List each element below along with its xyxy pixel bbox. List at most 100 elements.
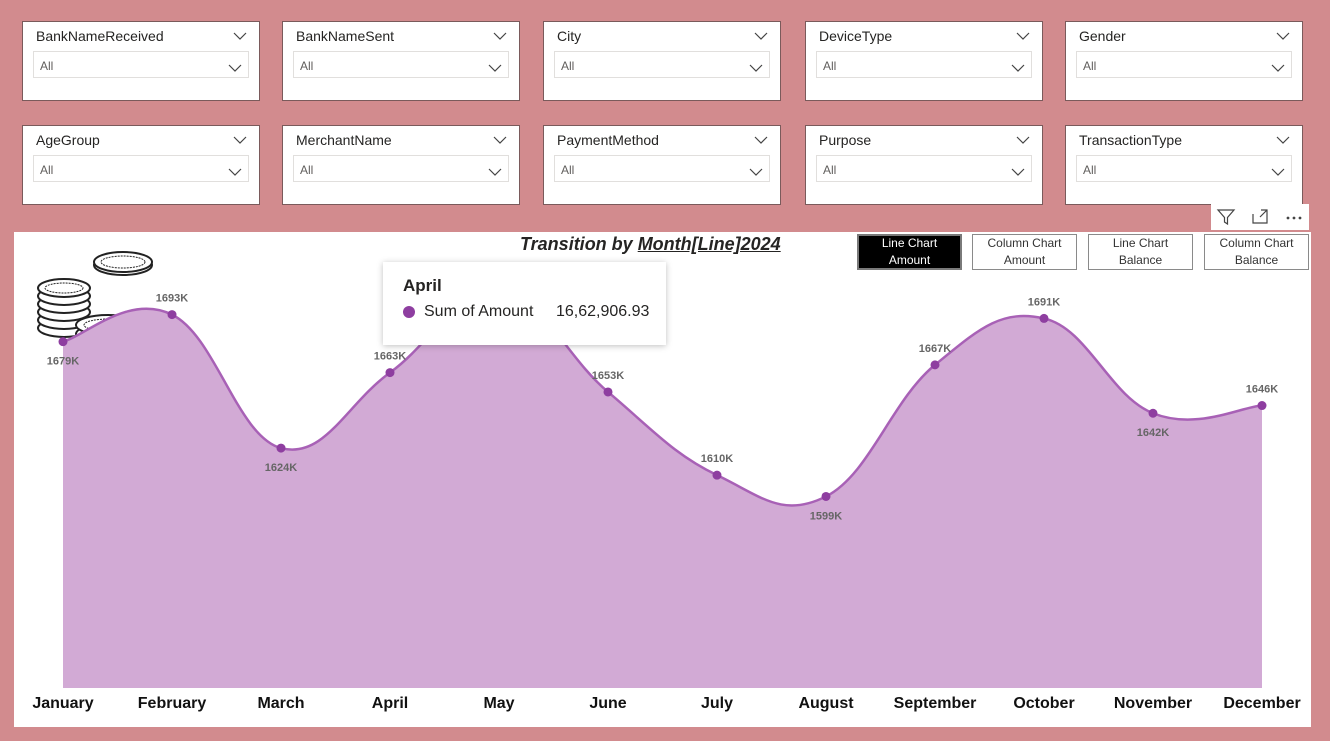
chevron-down-icon[interactable] <box>228 164 242 176</box>
chart-title: Transition by Month[Line]2024 <box>520 234 781 255</box>
chevron-down-icon[interactable] <box>1276 28 1290 40</box>
data-label: 1653K <box>592 370 624 382</box>
filter-icon[interactable] <box>1213 204 1239 230</box>
data-point-april[interactable] <box>385 368 395 378</box>
x-axis-tick-label: March <box>257 695 304 712</box>
slicer-devicetype[interactable]: DeviceType All <box>805 21 1043 101</box>
chevron-down-icon[interactable] <box>228 60 242 72</box>
data-point-october[interactable] <box>1039 313 1049 323</box>
tooltip-series-marker <box>403 306 415 318</box>
slicer-dropdown[interactable]: All <box>293 155 509 182</box>
slicer-dropdown[interactable]: All <box>554 51 770 78</box>
toggle-label: Line Chart Amount <box>881 236 938 267</box>
data-point-january[interactable] <box>58 337 68 347</box>
chevron-down-icon[interactable] <box>233 132 247 144</box>
slicer-title: BankNameReceived <box>36 28 164 44</box>
chevron-down-icon[interactable] <box>233 28 247 40</box>
slicer-value: All <box>1083 59 1097 73</box>
chevron-down-icon[interactable] <box>493 28 507 40</box>
slicer-dropdown[interactable]: All <box>816 51 1032 78</box>
slicer-value: All <box>40 59 54 73</box>
chevron-down-icon[interactable] <box>749 164 763 176</box>
slicer-dropdown[interactable]: All <box>554 155 770 182</box>
chevron-down-icon[interactable] <box>754 132 768 144</box>
data-label: 1693K <box>156 293 188 305</box>
more-options-icon[interactable] <box>1281 204 1307 230</box>
slicer-title: DeviceType <box>819 28 893 44</box>
line-chart-amount-button[interactable]: Line Chart Amount <box>857 234 962 270</box>
slicer-dropdown[interactable]: All <box>33 155 249 182</box>
data-point-november[interactable] <box>1148 408 1158 418</box>
x-axis-tick-label: September <box>894 695 977 712</box>
data-label: 1610K <box>701 453 733 465</box>
slicer-title: TransactionType <box>1079 132 1182 148</box>
data-label: 1667K <box>919 343 951 355</box>
column-chart-balance-button[interactable]: Column Chart Balance <box>1204 234 1309 270</box>
slicer-title: City <box>557 28 582 44</box>
chevron-down-icon[interactable] <box>754 28 768 40</box>
data-label: 1624K <box>265 462 297 474</box>
x-axis-tick-label: December <box>1223 695 1300 712</box>
data-label: 1646K <box>1246 384 1278 396</box>
slicer-dropdown[interactable]: All <box>816 155 1032 182</box>
chevron-down-icon[interactable] <box>1271 164 1285 176</box>
data-point-july[interactable] <box>712 470 722 480</box>
chart-tooltip: April Sum of Amount 16,62,906.93 <box>383 262 666 345</box>
slicer-title: Gender <box>1079 28 1126 44</box>
x-axis-tick-label: October <box>1013 695 1074 712</box>
slicer-dropdown[interactable]: All <box>1076 51 1292 78</box>
data-point-june[interactable] <box>603 387 613 397</box>
tooltip-title: April <box>403 276 442 295</box>
chevron-down-icon[interactable] <box>1276 132 1290 144</box>
chevron-down-icon[interactable] <box>1011 164 1025 176</box>
slicer-dropdown[interactable]: All <box>33 51 249 78</box>
data-point-february[interactable] <box>167 310 177 320</box>
x-axis-tick-label: July <box>701 695 733 712</box>
chevron-down-icon[interactable] <box>749 60 763 72</box>
slicer-dropdown[interactable]: All <box>1076 155 1292 182</box>
chevron-down-icon[interactable] <box>488 164 502 176</box>
slicer-value: All <box>40 163 54 177</box>
slicer-title: AgeGroup <box>36 132 100 148</box>
slicer-purpose[interactable]: Purpose All <box>805 125 1043 205</box>
chevron-down-icon[interactable] <box>493 132 507 144</box>
slicer-paymentmethod[interactable]: PaymentMethod All <box>543 125 781 205</box>
slicer-title: BankNameSent <box>296 28 395 44</box>
data-point-august[interactable] <box>821 491 831 501</box>
slicer-gender[interactable]: Gender All <box>1065 21 1303 101</box>
column-chart-amount-button[interactable]: Column Chart Amount <box>972 234 1077 270</box>
slicer-banknamesent[interactable]: BankNameSent All <box>282 21 520 101</box>
x-axis-tick-label: May <box>483 695 514 712</box>
toggle-label: Line Chart Balance <box>1112 236 1169 267</box>
chevron-down-icon[interactable] <box>1016 28 1030 40</box>
chevron-down-icon[interactable] <box>488 60 502 72</box>
tooltip-series-label: Sum of Amount <box>424 303 534 320</box>
data-label: 1599K <box>810 510 842 522</box>
data-point-december[interactable] <box>1257 401 1267 411</box>
slicer-title: Purpose <box>819 132 872 148</box>
slicer-agegroup[interactable]: AgeGroup All <box>22 125 260 205</box>
slicer-transactiontype[interactable]: TransactionType All <box>1065 125 1303 205</box>
x-axis-tick-label: November <box>1114 695 1192 712</box>
data-label: 1642K <box>1137 427 1169 439</box>
slicer-value: All <box>561 163 575 177</box>
data-point-september[interactable] <box>930 360 940 370</box>
area-fill <box>63 291 1262 688</box>
slicer-dropdown[interactable]: All <box>293 51 509 78</box>
chevron-down-icon[interactable] <box>1016 132 1030 144</box>
chevron-down-icon[interactable] <box>1011 60 1025 72</box>
slicer-value: All <box>823 59 837 73</box>
x-axis-tick-label: June <box>589 695 626 712</box>
slicer-banknamereceived[interactable]: BankNameReceived All <box>22 21 260 101</box>
slicer-title: MerchantName <box>296 132 392 148</box>
x-axis-tick-label: April <box>372 695 408 712</box>
slicer-merchantname[interactable]: MerchantName All <box>282 125 520 205</box>
line-chart-balance-button[interactable]: Line Chart Balance <box>1088 234 1193 270</box>
slicer-city[interactable]: City All <box>543 21 781 101</box>
toggle-label: Column Chart Amount <box>987 236 1062 267</box>
slicer-value: All <box>1083 163 1097 177</box>
tooltip-series-value: 16,62,906.93 <box>556 303 650 320</box>
chevron-down-icon[interactable] <box>1271 60 1285 72</box>
focus-mode-icon[interactable] <box>1247 204 1273 230</box>
data-point-march[interactable] <box>276 443 286 453</box>
